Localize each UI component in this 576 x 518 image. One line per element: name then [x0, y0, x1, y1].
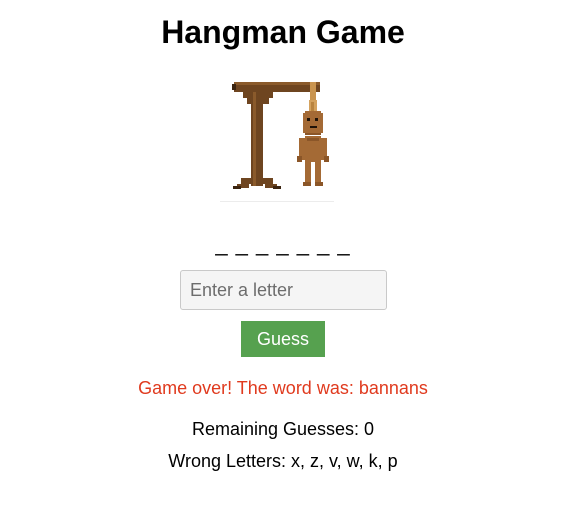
wrong-letters: Wrong Letters: x, z, v, w, k, p	[168, 451, 398, 471]
page-title: Hangman Game	[161, 14, 405, 50]
guess-button[interactable]: Guess	[241, 321, 325, 357]
word-display: _ _ _ _ _ _ _	[215, 231, 351, 256]
remaining-guesses: Remaining Guesses: 0	[191, 419, 375, 439]
image-bottom-divider	[220, 201, 334, 202]
hangman-gallows-image	[219, 78, 334, 201]
letter-input[interactable]	[180, 270, 387, 310]
game-status-message: Game over! The word was: bannans	[138, 378, 428, 398]
